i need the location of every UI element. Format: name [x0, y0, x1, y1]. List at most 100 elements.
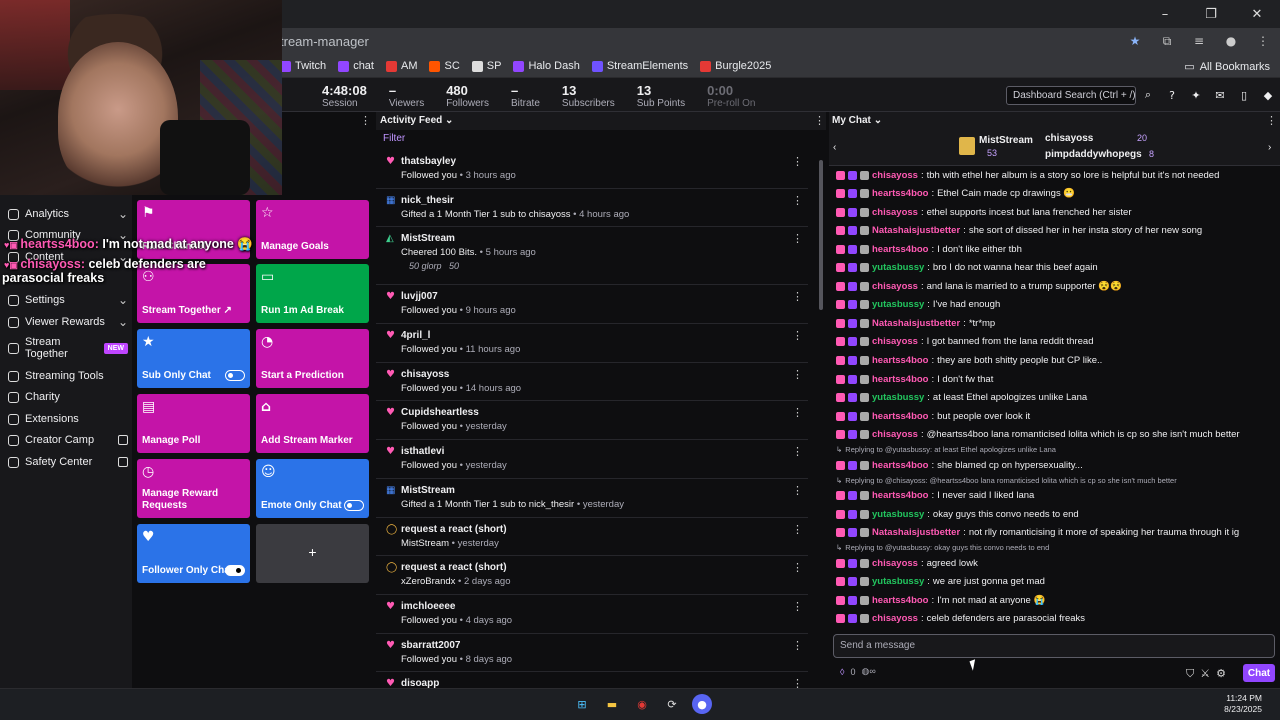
chat-username[interactable]: Natashaisjustbetter [872, 225, 960, 236]
chat-username[interactable]: yutasbussy [872, 392, 924, 403]
chat-username[interactable]: heartss4boo [872, 188, 929, 199]
feed-item-menu-icon[interactable]: ⋮ [792, 677, 803, 688]
minimize-icon[interactable]: – [1142, 0, 1188, 28]
toggle-switch[interactable] [344, 500, 364, 511]
nav-item-streaming-tools[interactable]: Streaming Tools [8, 370, 128, 382]
chat-username[interactable]: heartss4boo [872, 244, 929, 255]
quick-action-run-1m-ad-break[interactable]: ▭ Run 1m Ad Break [256, 264, 369, 323]
feed-item-menu-icon[interactable]: ⋮ [792, 600, 803, 613]
feed-item[interactable]: ♥ luvjj007 Followed you • 9 hours ago ⋮ [376, 285, 808, 325]
chat-message[interactable]: yutasbussy: bro I do not wanna hear this … [836, 259, 1266, 278]
chat-username[interactable]: heartss4boo [872, 411, 929, 422]
activity-feed-scrollbar[interactable] [819, 160, 823, 310]
quick-actions-menu-icon[interactable]: ⋮ [360, 114, 371, 127]
chat-message[interactable]: heartss4boo: but people over look it [836, 407, 1266, 426]
bookmark-item[interactable]: AM [385, 60, 417, 72]
chat-username[interactable]: heartss4boo [872, 595, 929, 606]
bookmark-icon[interactable]: ▯ [1236, 87, 1252, 103]
feed-item-menu-icon[interactable]: ⋮ [792, 368, 803, 381]
chat-username[interactable]: yutasbussy [872, 509, 924, 520]
chat-username[interactable]: Natashaisjustbetter [872, 318, 960, 329]
sparkle-icon[interactable]: ✦ [1188, 87, 1204, 103]
quick-action-manage-poll[interactable]: ▤ Manage Poll [137, 394, 250, 453]
chat-message[interactable]: chisayoss: celeb defenders are parasocial… [836, 609, 1266, 628]
system-clock[interactable]: 11:24 PM 8/23/2025 [1224, 693, 1262, 715]
activity-feed-menu-icon[interactable]: ⋮ [814, 114, 825, 127]
bookmark-item[interactable]: Twitch [280, 60, 326, 72]
feed-item-menu-icon[interactable]: ⋮ [792, 194, 803, 207]
feed-item[interactable]: ▦ nick_thesir Gifted a 1 Month Tier 1 sub … [376, 189, 808, 228]
feed-item[interactable]: ◯ request a react (short) xZeroBrandx • 2 … [376, 556, 808, 595]
activity-feed-title[interactable]: Activity Feed ⌄ [380, 115, 453, 126]
nav-item-viewer-rewards[interactable]: Viewer Rewards ⌄ [8, 315, 128, 329]
feed-item-menu-icon[interactable]: ⋮ [792, 232, 803, 245]
quick-action-manage-goals[interactable]: ☆ Manage Goals [256, 200, 369, 259]
mod-icon[interactable]: ⚔ [1200, 667, 1210, 681]
chat-username[interactable]: heartss4boo [872, 490, 929, 501]
feed-item-menu-icon[interactable]: ⋮ [792, 561, 803, 574]
chat-message[interactable]: chisayoss: ethel supports incest but lana… [836, 203, 1266, 222]
url-text[interactable]: tream-manager [280, 34, 369, 49]
search-icon[interactable]: ⌕ [1140, 87, 1156, 103]
chat-username[interactable]: Natashaisjustbetter [872, 527, 960, 538]
chevron-left-icon[interactable]: ‹ [833, 142, 836, 153]
filter-link[interactable]: Filter [383, 133, 405, 144]
feed-item-menu-icon[interactable]: ⋮ [792, 155, 803, 168]
dashboard-search-input[interactable]: Dashboard Search (Ctrl + /) [1006, 86, 1136, 105]
file-explorer-icon[interactable]: ▬ [602, 694, 622, 714]
nav-item-stream-together[interactable]: Stream Together NEW [8, 336, 128, 360]
chat-username[interactable]: chisayoss [872, 558, 918, 569]
chat-username[interactable]: heartss4boo [872, 374, 929, 385]
chat-username[interactable]: chisayoss [872, 170, 918, 181]
nav-item-extensions[interactable]: Extensions [8, 413, 128, 425]
feed-item-menu-icon[interactable]: ⋮ [792, 290, 803, 303]
chat-message[interactable]: heartss4boo: she blamed cp on hypersexual… [836, 456, 1266, 475]
bookmark-item[interactable]: chat [338, 60, 374, 72]
chat-message[interactable]: chisayoss: and lana is married to a trump… [836, 277, 1266, 296]
feed-item-menu-icon[interactable]: ⋮ [792, 445, 803, 458]
chat-message[interactable]: chisayoss: tbh with ethel her album is a … [836, 166, 1266, 184]
profile-icon[interactable]: ● [1222, 32, 1240, 50]
chrome-icon[interactable]: ◉ [632, 694, 652, 714]
bookmark-item[interactable]: StreamElements [591, 60, 688, 72]
feed-item-menu-icon[interactable]: ⋮ [792, 406, 803, 419]
chat-username[interactable]: heartss4boo [872, 460, 929, 471]
chat-message[interactable]: chisayoss: @heartss4boo lana romanticised… [836, 425, 1266, 444]
chat-message[interactable]: yutasbussy: I've had enough [836, 296, 1266, 315]
mail-icon[interactable]: ✉ [1212, 87, 1228, 103]
chat-username[interactable]: chisayoss [872, 336, 918, 347]
bookmark-item[interactable]: SP [471, 60, 501, 72]
chat-username[interactable]: chisayoss [872, 281, 918, 292]
chat-message[interactable]: heartss4boo: I don't fw that [836, 370, 1266, 389]
chat-message[interactable]: Natashaisjustbetter: not rlly romanticisi… [836, 523, 1266, 542]
feed-item[interactable]: ♥ imchloeeee Followed you • 4 days ago ⋮ [376, 595, 808, 634]
chat-username[interactable]: yutasbussy [872, 262, 924, 273]
chat-username[interactable]: chisayoss [872, 429, 918, 440]
feed-item-menu-icon[interactable]: ⋮ [792, 484, 803, 497]
chat-username[interactable]: yutasbussy [872, 576, 924, 587]
quick-action-emote-only-chat[interactable]: ☺ Emote Only Chat [256, 459, 369, 518]
twitch-logo-icon[interactable]: ◆ [1260, 87, 1276, 103]
close-icon[interactable]: ✕ [1234, 0, 1280, 28]
quick-action-add-stream-marker[interactable]: ⌂ Add Stream Marker [256, 394, 369, 453]
channel-points[interactable]: ◊ 0 ◍∞ [840, 666, 876, 677]
chat-message[interactable]: chisayoss: agreed lowk [836, 554, 1266, 573]
restore-icon[interactable]: ❐ [1188, 0, 1234, 28]
feed-item-menu-icon[interactable]: ⋮ [792, 329, 803, 342]
feed-item[interactable]: ♥ chisayoss Followed you • 14 hours ago ⋮ [376, 363, 808, 402]
discord-icon[interactable]: ● [692, 694, 712, 714]
bookmark-item[interactable]: Burgle2025 [700, 60, 771, 72]
bookmark-item[interactable]: SC [429, 60, 460, 72]
chat-username[interactable]: chisayoss [872, 207, 918, 218]
chat-message[interactable]: Natashaisjustbetter: she sort of dissed h… [836, 222, 1266, 241]
nav-item-analytics[interactable]: Analytics ⌄ [8, 207, 128, 221]
star-icon[interactable]: ★ [1126, 32, 1144, 50]
feed-item[interactable]: ♥ isthatlevi Followed you • yesterday ⋮ [376, 440, 808, 479]
nav-item-safety-center[interactable]: Safety Center [8, 456, 128, 468]
chat-message[interactable]: heartss4boo: I never said I liked lana [836, 486, 1266, 505]
feed-item[interactable]: ♥ Cupidsheartless Followed you • yesterday… [376, 401, 808, 441]
bookmark-item[interactable]: Halo Dash [513, 60, 580, 72]
quick-action-stream-together[interactable]: ⚇ Stream Together ↗ [137, 264, 250, 323]
chat-input[interactable]: Send a message [833, 634, 1275, 658]
help-icon[interactable]: ? [1164, 87, 1180, 103]
